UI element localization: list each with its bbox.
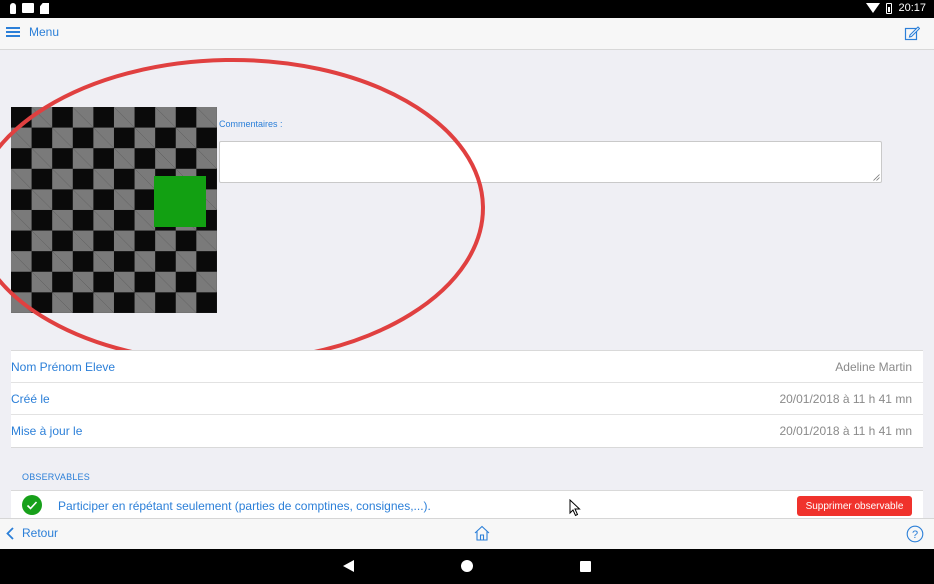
observables-section-title: OBSERVABLES [22, 472, 90, 482]
status-bar: 20:17 [0, 0, 934, 18]
help-icon[interactable]: ? [906, 525, 924, 543]
notification-icons [10, 3, 49, 14]
bottom-toolbar: Retour ? [0, 518, 934, 549]
observation-photo[interactable] [11, 107, 217, 313]
nav-recent-apps-icon[interactable] [580, 561, 591, 572]
observable-text: Participer en répétant seulement (partie… [58, 499, 431, 513]
person-icon [10, 3, 16, 14]
battery-icon [886, 2, 893, 14]
comment-label: Commentaires : [219, 119, 283, 129]
hamburger-icon [6, 27, 20, 37]
back-label: Retour [22, 526, 59, 540]
check-icon [22, 495, 42, 515]
info-key: Nom Prénom Eleve [11, 360, 116, 374]
delete-observable-button[interactable]: Supprimer observable [797, 496, 912, 516]
chevron-left-icon [6, 526, 14, 540]
info-table: Nom Prénom Eleve Adeline Martin Créé le … [11, 350, 923, 448]
photo-green-square [154, 176, 206, 227]
info-value: 20/01/2018 à 11 h 41 mn [779, 392, 912, 406]
info-key: Créé le [11, 392, 50, 406]
sd-card-icon [40, 3, 49, 14]
info-value: 20/01/2018 à 11 h 41 mn [779, 424, 912, 438]
info-value: Adeline Martin [835, 360, 912, 374]
android-nav-bar [0, 549, 934, 584]
wifi-icon [866, 3, 881, 13]
back-button[interactable]: Retour [6, 526, 58, 540]
resize-grip-icon[interactable] [873, 174, 880, 181]
info-key: Mise à jour le [11, 424, 83, 438]
info-row-created: Créé le 20/01/2018 à 11 h 41 mn [11, 383, 923, 415]
nav-back-icon[interactable] [343, 560, 354, 572]
clock: 20:17 [898, 2, 926, 14]
home-icon[interactable] [473, 524, 491, 542]
app-header: Menu [0, 18, 934, 50]
menu-button[interactable]: Menu [6, 25, 59, 39]
info-row-updated: Mise à jour le 20/01/2018 à 11 h 41 mn [11, 415, 923, 447]
comment-input[interactable] [219, 141, 882, 183]
mail-icon [22, 3, 34, 13]
edit-icon[interactable] [904, 25, 920, 41]
menu-label: Menu [29, 25, 60, 39]
nav-home-icon[interactable] [461, 560, 473, 572]
info-row-student: Nom Prénom Eleve Adeline Martin [11, 351, 923, 383]
mouse-cursor-icon [569, 499, 581, 517]
svg-text:?: ? [912, 529, 918, 541]
observable-item[interactable]: Participer en répétant seulement (partie… [11, 490, 923, 518]
system-icons: 20:17 [866, 2, 926, 14]
